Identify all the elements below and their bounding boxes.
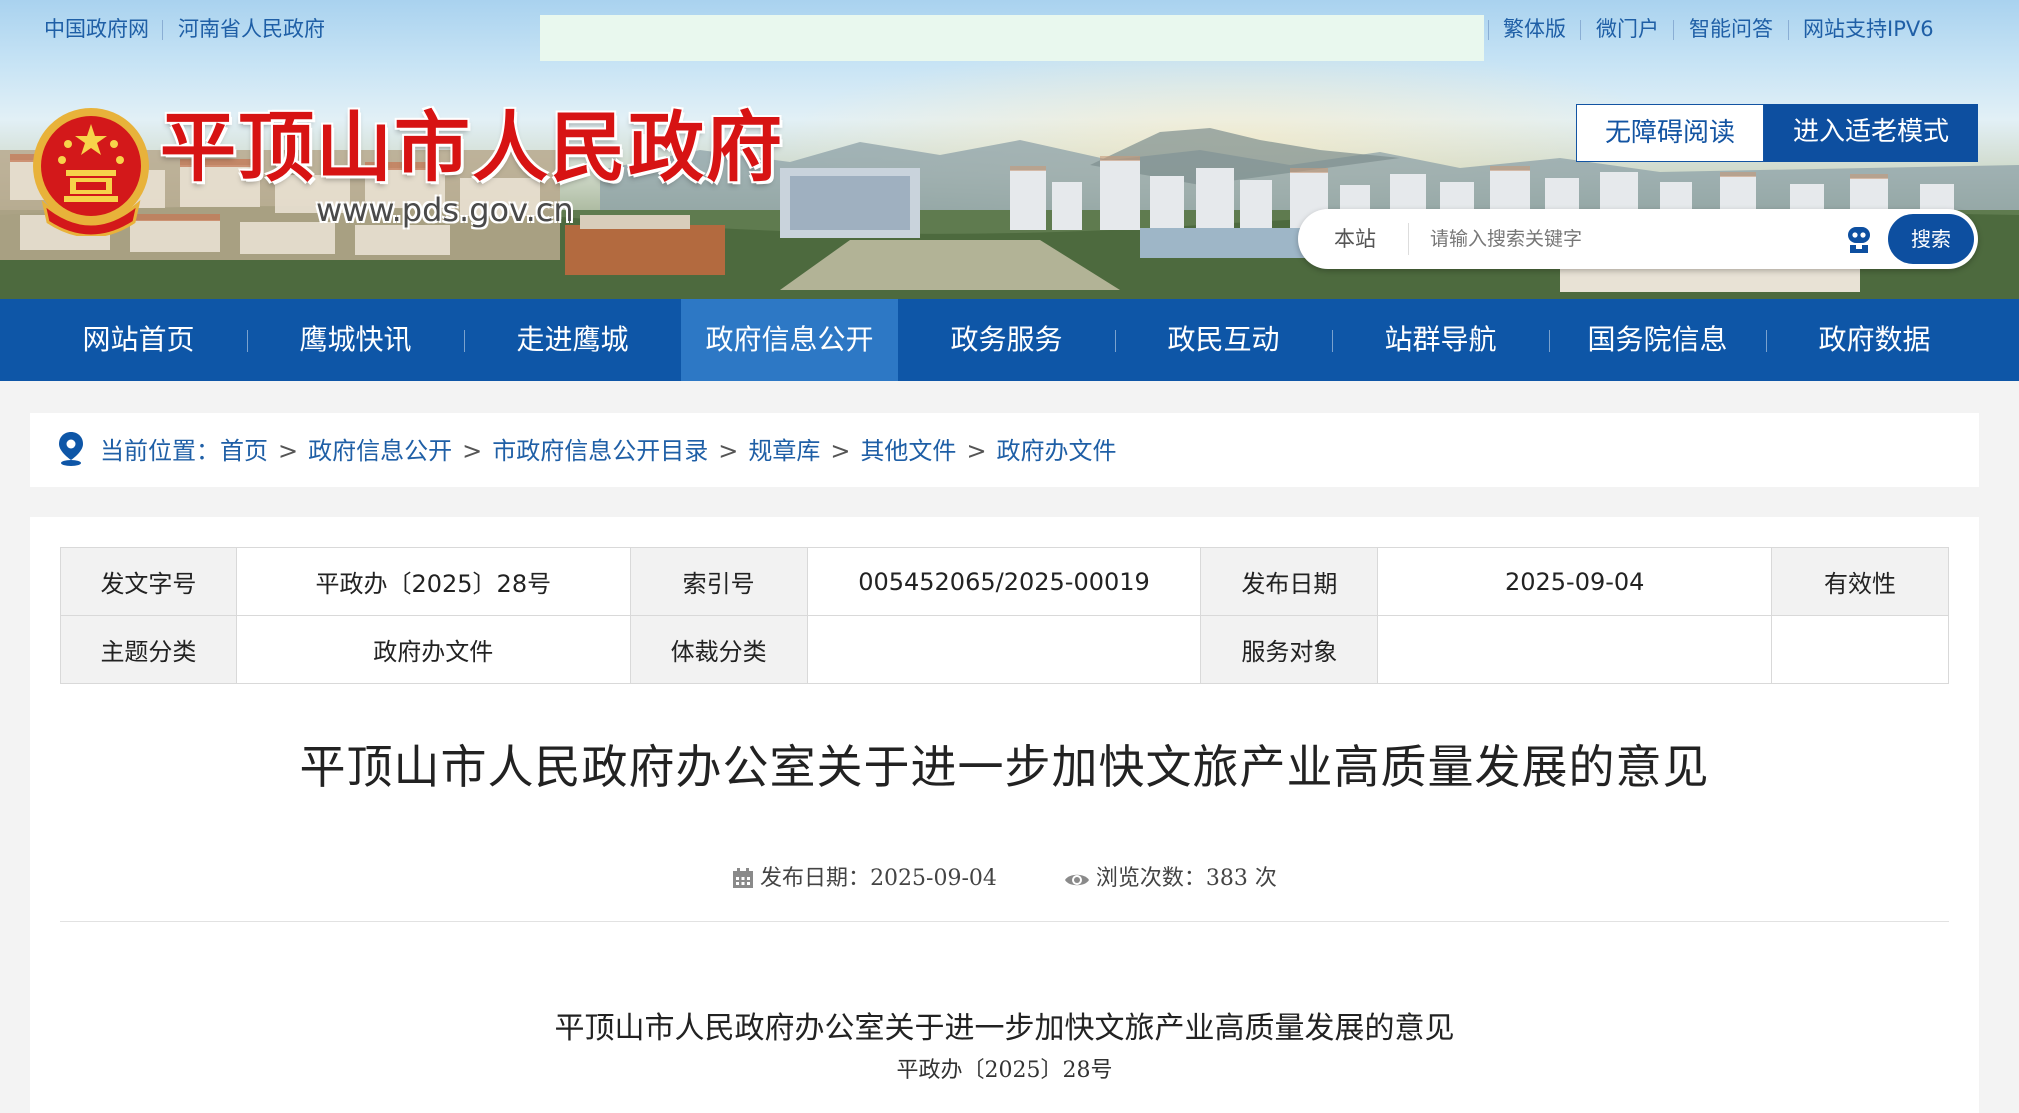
meta-label-topic: 主题分类 <box>60 615 237 684</box>
search-input[interactable] <box>1428 219 1728 259</box>
top-utility-bar: 中国政府网 河南省人民政府 繁体版 微门户 智能问答 网站支持IPV6 <box>0 0 2019 61</box>
breadcrumb-separator: > <box>830 437 851 465</box>
breadcrumb-other-files[interactable]: 其他文件 <box>860 437 956 465</box>
top-separator <box>1488 20 1489 40</box>
accessible-reading-button[interactable]: 无障碍阅读 <box>1576 104 1764 162</box>
search-divider <box>1408 223 1409 255</box>
breadcrumb-prefix: 当前位置： <box>100 437 220 465</box>
link-china-gov[interactable]: 中国政府网 <box>44 15 149 43</box>
main-nav: 网站首页 鹰城快讯 走进鹰城 政府信息公开 政务服务 政民互动 站群导航 国务院… <box>0 299 2019 381</box>
link-smart-qa[interactable]: 智能问答 <box>1689 15 1773 43</box>
search-button[interactable]: 搜索 <box>1888 214 1974 264</box>
site-url: www.pds.gov.cn <box>316 191 574 229</box>
nav-yingcheng-news[interactable]: 鹰城快讯 <box>247 299 464 381</box>
meta-value-doc-number: 平政办〔2025〕28号 <box>235 547 631 616</box>
top-separator <box>162 20 163 40</box>
top-separator <box>1673 20 1674 40</box>
meta-label-audience: 服务对象 <box>1200 615 1379 684</box>
site-header: 中国政府网 河南省人民政府 繁体版 微门户 智能问答 网站支持IPV6 平顶山市… <box>0 0 2019 299</box>
top-separator <box>1580 20 1581 40</box>
meta-empty-cell <box>1771 615 1949 684</box>
nav-gov-services[interactable]: 政务服务 <box>898 299 1115 381</box>
divider <box>60 921 1949 922</box>
breadcrumb-separator: > <box>718 437 739 465</box>
document-meta-table: 发文字号 平政办〔2025〕28号 索引号 005452065/2025-000… <box>60 547 1949 684</box>
breadcrumb-trail: 当前位置：首页 > 政府信息公开 > 市政府信息公开目录 > 规章库 > 其他文件 > 政府办文件 <box>100 435 1117 467</box>
meta-label-validity: 有效性 <box>1771 547 1949 616</box>
search-scope[interactable]: 本站 <box>1334 225 1376 253</box>
nav-gov-data[interactable]: 政府数据 <box>1766 299 1983 381</box>
publish-date-info: 发布日期：2025-09-04 <box>732 863 997 895</box>
view-count-label: 浏览次数： <box>1095 866 1206 891</box>
body-doc-number: 平政办〔2025〕28号 <box>896 1058 1113 1083</box>
nav-site-group[interactable]: 站群导航 <box>1332 299 1549 381</box>
search-box: 本站 搜索 <box>1298 209 1978 269</box>
meta-value-topic: 政府办文件 <box>235 615 631 684</box>
view-count-value: 383 <box>1205 866 1248 891</box>
link-ipv6[interactable]: 网站支持IPV6 <box>1803 15 1934 43</box>
calendar-icon <box>733 868 754 888</box>
view-count-unit: 次 <box>1254 866 1277 891</box>
view-count-info: 浏览次数：383 次 <box>1064 863 1277 895</box>
meta-label-publish-date: 发布日期 <box>1200 547 1379 616</box>
table-row: 主题分类 政府办文件 体裁分类 服务对象 <box>60 615 1949 684</box>
link-henan-gov[interactable]: 河南省人民政府 <box>178 15 325 43</box>
meta-label-index: 索引号 <box>629 547 808 616</box>
meta-value-genre <box>806 615 1202 684</box>
breadcrumb-separator: > <box>462 437 483 465</box>
article-info-bar: 发布日期：2025-09-04 浏览次数：383 次 <box>30 863 1979 895</box>
notice-strip <box>540 15 1484 61</box>
location-pin-icon <box>59 432 83 466</box>
nav-gov-info-disclosure[interactable]: 政府信息公开 <box>681 299 898 381</box>
publish-date-label: 发布日期： <box>760 866 871 891</box>
meta-label-genre: 体裁分类 <box>629 615 808 684</box>
body-title: 平顶山市人民政府办公室关于进一步加快文旅产业高质量发展的意见 <box>554 1011 1455 1046</box>
link-traditional-chinese[interactable]: 繁体版 <box>1503 15 1566 43</box>
meta-value-audience <box>1377 615 1773 684</box>
breadcrumb-separator: > <box>966 437 987 465</box>
breadcrumb-separator: > <box>278 437 299 465</box>
national-emblem-icon <box>33 108 149 236</box>
meta-value-publish-date: 2025-09-04 <box>1377 547 1773 616</box>
breadcrumb-regulations[interactable]: 规章库 <box>748 437 820 465</box>
robot-icon[interactable] <box>1844 223 1874 255</box>
article-title: 平顶山市人民政府办公室关于进一步加快文旅产业高质量发展的意见 <box>299 740 1710 794</box>
meta-label-doc-number: 发文字号 <box>60 547 237 616</box>
breadcrumb-catalog[interactable]: 市政府信息公开目录 <box>492 437 708 465</box>
breadcrumb-office-files[interactable]: 政府办文件 <box>997 437 1117 465</box>
nav-home[interactable]: 网站首页 <box>30 299 247 381</box>
article-panel: 发文字号 平政办〔2025〕28号 索引号 005452065/2025-000… <box>30 517 1979 1113</box>
nav-state-council-info[interactable]: 国务院信息 <box>1549 299 1766 381</box>
link-micro-portal[interactable]: 微门户 <box>1596 15 1659 43</box>
meta-value-index: 005452065/2025-00019 <box>806 547 1202 616</box>
nav-enter-yingcheng[interactable]: 走进鹰城 <box>464 299 681 381</box>
publish-date-value: 2025-09-04 <box>870 866 997 891</box>
table-row: 发文字号 平政办〔2025〕28号 索引号 005452065/2025-000… <box>60 547 1949 616</box>
breadcrumb: 当前位置：首页 > 政府信息公开 > 市政府信息公开目录 > 规章库 > 其他文件 > 政府办文件 <box>30 413 1979 487</box>
breadcrumb-gov-info[interactable]: 政府信息公开 <box>308 437 452 465</box>
eye-icon <box>1064 874 1089 886</box>
top-separator <box>1788 20 1789 40</box>
nav-public-interaction[interactable]: 政民互动 <box>1115 299 1332 381</box>
elder-mode-button[interactable]: 进入适老模式 <box>1764 104 1978 162</box>
breadcrumb-home[interactable]: 首页 <box>220 437 268 465</box>
site-title[interactable]: 平顶山市人民政府 <box>160 100 784 196</box>
